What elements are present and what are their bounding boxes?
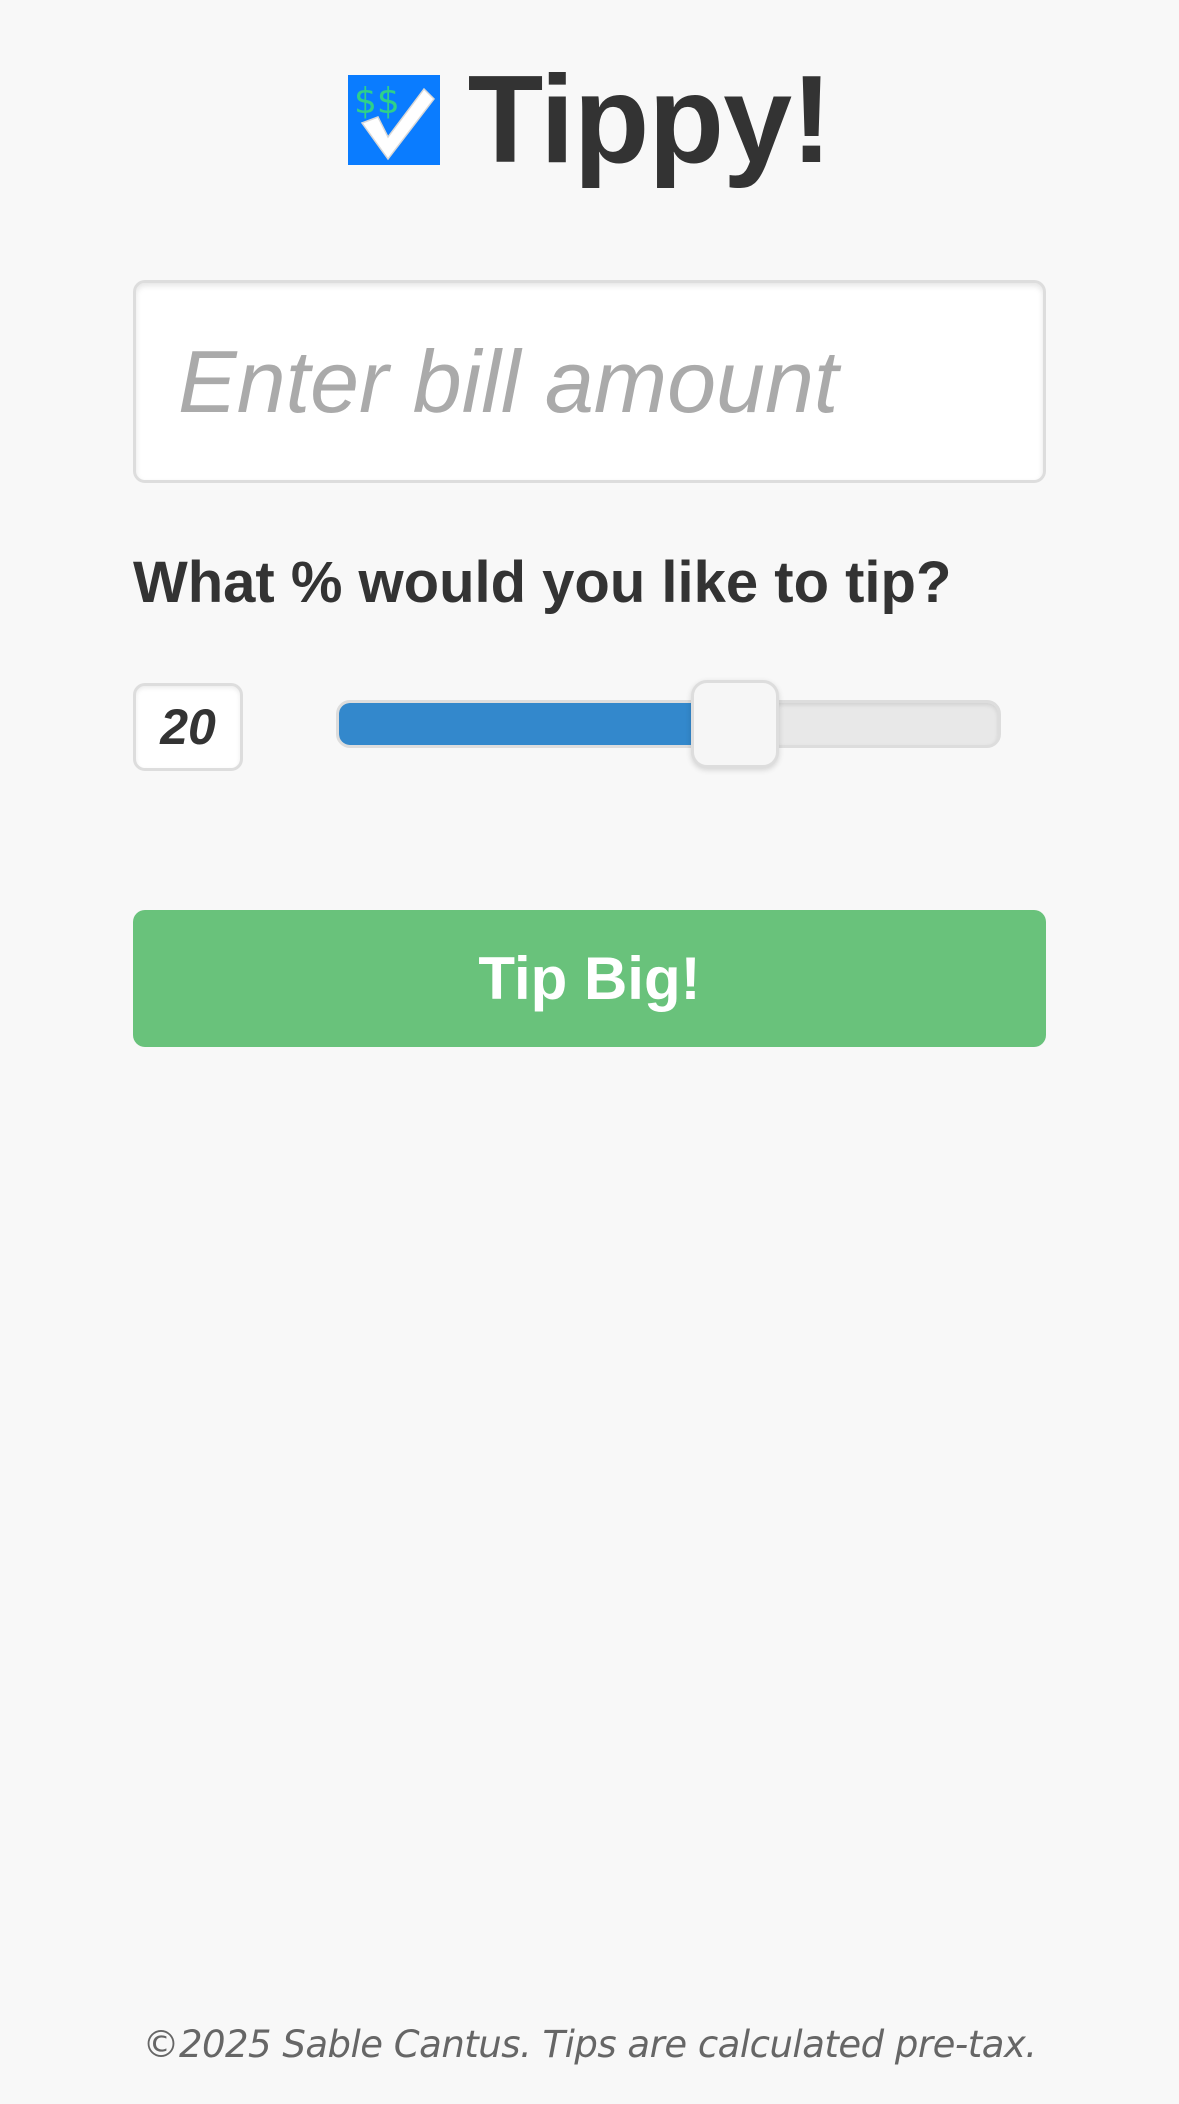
tip-percent-slider[interactable] xyxy=(336,680,1001,768)
tip-big-button[interactable]: Tip Big! xyxy=(133,910,1046,1047)
footer-copyright: ©2025 Sable Cantus. Tips are calculated … xyxy=(142,2023,1037,2066)
app-header: $$ Tippy! xyxy=(0,55,1179,185)
slider-thumb[interactable] xyxy=(691,680,779,768)
slider-fill xyxy=(339,703,735,745)
slider-track[interactable] xyxy=(336,700,1001,748)
svg-text:$$: $$ xyxy=(354,81,400,122)
app-title: Tippy! xyxy=(467,51,833,189)
tip-percent-field[interactable]: 20 xyxy=(133,683,243,771)
dollar-check-icon: $$ xyxy=(347,75,440,165)
bill-amount-input[interactable] xyxy=(133,280,1046,483)
tip-percent-question: What % would you like to tip? xyxy=(133,550,952,615)
